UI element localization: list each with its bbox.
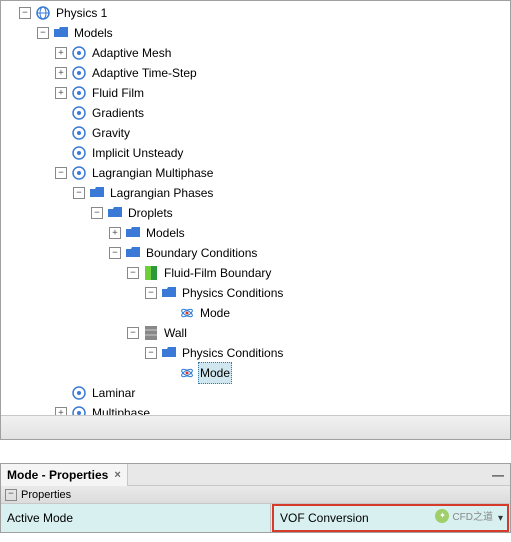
property-row-active-mode: Active Mode VOF Conversion ▾ — [1, 504, 510, 532]
tree-node-laminar[interactable]: · Laminar — [1, 383, 510, 403]
target-icon — [71, 385, 87, 401]
tree-panel: − Physics 1 − Models + Adaptive — [0, 0, 511, 440]
horizontal-scrollbar[interactable] — [1, 415, 510, 439]
expand-icon[interactable]: + — [55, 407, 67, 415]
tree-node-gradients[interactable]: · Gradients — [1, 103, 510, 123]
target-icon — [71, 165, 87, 181]
target-icon — [71, 65, 87, 81]
folder-icon — [161, 345, 177, 361]
close-icon[interactable]: × — [114, 469, 120, 481]
expand-icon[interactable]: + — [55, 67, 67, 79]
chevron-down-icon: ▾ — [498, 513, 503, 524]
folder-icon — [125, 225, 141, 241]
target-icon — [71, 105, 87, 121]
node-label: Multiphase — [90, 403, 152, 415]
node-label: Mode — [198, 303, 232, 323]
tree-node-fluid-film-boundary[interactable]: − Fluid-Film Boundary — [1, 263, 510, 283]
tree-node-lagrangian-multiphase[interactable]: − Lagrangian Multiphase — [1, 163, 510, 183]
node-label: Physics Conditions — [180, 343, 285, 363]
globe-icon — [35, 5, 51, 21]
atom-icon — [179, 365, 195, 381]
minimize-icon[interactable]: — — [490, 468, 506, 482]
target-icon — [71, 45, 87, 61]
expand-icon[interactable]: + — [55, 47, 67, 59]
section-label: Properties — [21, 489, 71, 501]
tree-node-boundary-conditions[interactable]: − Boundary Conditions — [1, 243, 510, 263]
node-label: Physics 1 — [54, 3, 109, 23]
expand-icon[interactable]: + — [109, 227, 121, 239]
node-label: Gravity — [90, 123, 132, 143]
folder-icon — [161, 285, 177, 301]
folder-icon — [53, 25, 69, 41]
node-label: Fluid-Film Boundary — [162, 263, 273, 283]
atom-icon — [179, 305, 195, 321]
node-label: Implicit Unsteady — [90, 143, 185, 163]
target-icon — [71, 405, 87, 415]
panel-tab-mode-properties[interactable]: Mode - Properties × — [1, 464, 128, 486]
target-icon — [71, 85, 87, 101]
node-label: Boundary Conditions — [144, 243, 259, 263]
properties-section-header[interactable]: − Properties — [1, 486, 510, 504]
target-icon — [71, 125, 87, 141]
tree-node-wall[interactable]: − Wall — [1, 323, 510, 343]
property-key: Active Mode — [1, 504, 271, 532]
tree-node-lagrangian-phases[interactable]: − Lagrangian Phases — [1, 183, 510, 203]
tree-node-fluid-film[interactable]: + Fluid Film — [1, 83, 510, 103]
property-value-dropdown[interactable]: VOF Conversion ▾ — [272, 504, 509, 532]
node-label: Adaptive Mesh — [90, 43, 173, 63]
tree-node-physics-conditions-1[interactable]: − Physics Conditions — [1, 283, 510, 303]
wall-icon — [143, 325, 159, 341]
node-label: Adaptive Time-Step — [90, 63, 199, 83]
tree-node-gravity[interactable]: · Gravity — [1, 123, 510, 143]
collapse-icon[interactable]: − — [5, 489, 17, 501]
node-label: Models — [144, 223, 187, 243]
expand-icon[interactable]: + — [55, 87, 67, 99]
node-label: Wall — [162, 323, 189, 343]
node-label: Physics Conditions — [180, 283, 285, 303]
tree-node-multiphase[interactable]: + Multiphase — [1, 403, 510, 415]
property-value-text: VOF Conversion — [280, 511, 369, 525]
tree-node-droplets-models[interactable]: + Models — [1, 223, 510, 243]
node-label: Models — [72, 23, 115, 43]
node-label-selected: Mode — [198, 362, 232, 384]
boundary-icon — [143, 265, 159, 281]
properties-panel: Mode - Properties × — − Properties Activ… — [0, 463, 511, 533]
tree: − Physics 1 − Models + Adaptive — [1, 1, 510, 415]
tree-scroll[interactable]: − Physics 1 − Models + Adaptive — [1, 1, 510, 415]
tree-node-adaptive-timestep[interactable]: + Adaptive Time-Step — [1, 63, 510, 83]
collapse-icon[interactable]: − — [145, 347, 157, 359]
collapse-icon[interactable]: − — [91, 207, 103, 219]
folder-icon — [89, 185, 105, 201]
tree-node-implicit-unsteady[interactable]: · Implicit Unsteady — [1, 143, 510, 163]
tree-node-models[interactable]: − Models — [1, 23, 510, 43]
collapse-icon[interactable]: − — [55, 167, 67, 179]
node-label: Laminar — [90, 383, 137, 403]
tree-node-mode-2[interactable]: · Mode — [1, 363, 510, 383]
collapse-icon[interactable]: − — [127, 327, 139, 339]
panel-tabbar: Mode - Properties × — — [1, 464, 510, 486]
node-label: Droplets — [126, 203, 175, 223]
folder-icon — [125, 245, 141, 261]
tree-node-adaptive-mesh[interactable]: + Adaptive Mesh — [1, 43, 510, 63]
collapse-icon[interactable]: − — [145, 287, 157, 299]
tree-node-physics-conditions-2[interactable]: − Physics Conditions — [1, 343, 510, 363]
node-label: Lagrangian Multiphase — [90, 163, 215, 183]
collapse-icon[interactable]: − — [127, 267, 139, 279]
collapse-icon[interactable]: − — [19, 7, 31, 19]
node-label: Lagrangian Phases — [108, 183, 215, 203]
tree-node-mode-1[interactable]: · Mode — [1, 303, 510, 323]
collapse-icon[interactable]: − — [37, 27, 49, 39]
tree-node-physics1[interactable]: − Physics 1 — [1, 3, 510, 23]
tab-title: Mode - Properties — [7, 468, 108, 482]
node-label: Fluid Film — [90, 83, 146, 103]
collapse-icon[interactable]: − — [73, 187, 85, 199]
node-label: Gradients — [90, 103, 146, 123]
tree-node-droplets[interactable]: − Droplets — [1, 203, 510, 223]
folder-icon — [107, 205, 123, 221]
collapse-icon[interactable]: − — [109, 247, 121, 259]
target-icon — [71, 145, 87, 161]
